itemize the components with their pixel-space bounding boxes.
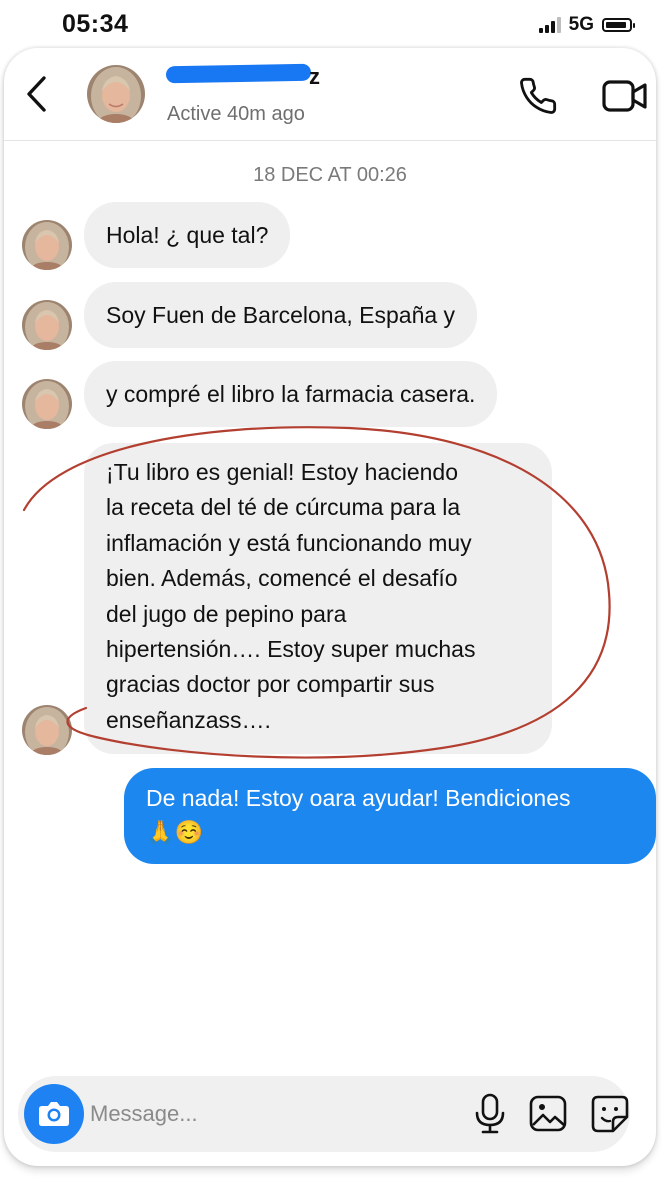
message-line: bien. Además, comencé el desafío — [106, 565, 458, 592]
message-line: del jugo de pepino para — [106, 600, 347, 627]
camera-icon — [39, 1102, 69, 1126]
message-line: gracias doctor por compartir sus — [106, 671, 435, 698]
message-input[interactable] — [90, 1094, 450, 1134]
incoming-message-long[interactable]: ¡Tu libro es genial! Estoy haciendo la r… — [84, 443, 552, 754]
camera-button[interactable] — [24, 1084, 84, 1144]
message-line: enseñanzass…. — [106, 706, 271, 733]
network-label: 5G — [568, 14, 594, 35]
signal-icon — [538, 17, 561, 33]
contact-avatar[interactable] — [87, 65, 145, 123]
date-separator: 18 DEC AT 00:26 — [253, 164, 407, 186]
gallery-button[interactable] — [528, 1094, 570, 1134]
redacted-contact-name — [165, 63, 312, 84]
sticker-button[interactable] — [590, 1094, 630, 1134]
message-line: la receta del té de cúrcuma para la — [106, 494, 461, 521]
contact-name[interactable]: z — [309, 64, 320, 90]
sender-avatar[interactable] — [22, 379, 72, 429]
message-line: De nada! Estoy oara ayudar! Bendiciones — [146, 785, 571, 811]
chat-screen: 05:34 5G z Active 40m ago 18 DEC AT 00:2… — [0, 0, 666, 1180]
sender-avatar[interactable] — [22, 220, 72, 270]
sticker-icon — [591, 1095, 629, 1133]
incoming-message[interactable]: Soy Fuen de Barcelona, España y — [84, 282, 478, 348]
incoming-message[interactable]: y compré el libro la farmacia casera. — [84, 361, 498, 427]
message-line: hipertensión…. Estoy super muchas — [106, 636, 476, 663]
presence-status: Active 40m ago — [167, 103, 305, 125]
video-camera-icon — [602, 80, 647, 112]
chat-window: z Active 40m ago 18 DEC AT 00:26 Hola! ¿… — [4, 48, 656, 1166]
incoming-message[interactable]: Hola! ¿ que tal? — [84, 202, 291, 268]
call-button[interactable] — [518, 76, 558, 116]
status-time: 05:34 — [62, 10, 129, 38]
outgoing-message[interactable]: De nada! Estoy oara ayudar! Bendiciones … — [124, 768, 656, 864]
microphone-icon — [475, 1093, 505, 1134]
message-composer — [18, 1076, 630, 1152]
status-indicators: 5G — [538, 14, 635, 36]
message-line: inflamación y está funcionando muy — [106, 529, 472, 556]
chevron-left-icon — [27, 76, 46, 112]
back-button[interactable] — [22, 74, 54, 114]
message-line: 🙏☺️ — [146, 819, 204, 845]
message-line: ¡Tu libro es genial! Estoy haciendo — [106, 459, 459, 485]
sender-avatar[interactable] — [22, 705, 72, 755]
voice-message-button[interactable] — [472, 1092, 508, 1136]
battery-icon — [602, 18, 635, 32]
chat-header: z Active 40m ago — [4, 48, 656, 141]
gallery-icon — [529, 1095, 567, 1132]
sender-avatar[interactable] — [22, 300, 72, 350]
phone-icon — [520, 77, 557, 114]
video-call-button[interactable] — [602, 78, 648, 114]
